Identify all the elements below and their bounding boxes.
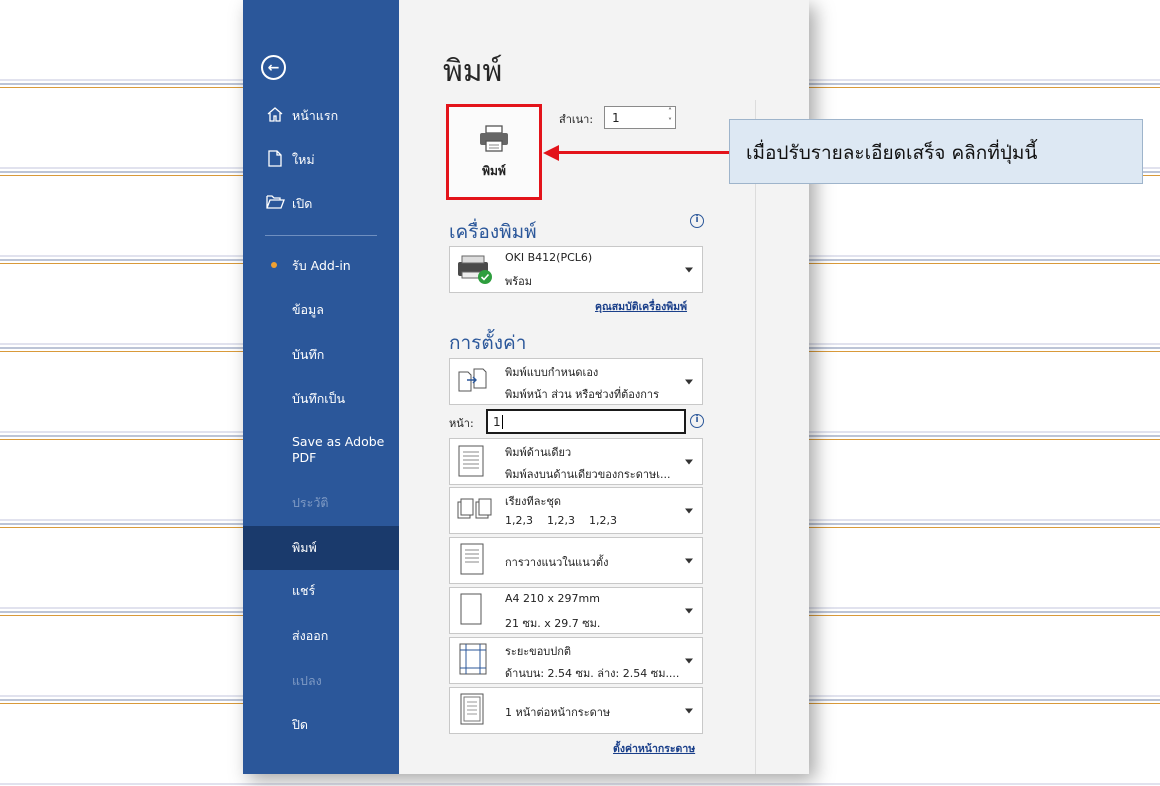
setting-line1: การวางแนวในแนวตั้ง [505, 556, 609, 569]
info-icon[interactable]: i [690, 214, 704, 228]
sidebar-item-label: รับ Add-in [292, 258, 351, 273]
printer-device-icon [456, 252, 494, 288]
collated-icon [456, 496, 496, 526]
setting-line1: A4 210 x 297mm [505, 592, 600, 605]
sidebar-item-export[interactable]: ส่งออก [243, 624, 399, 648]
sidebar-item-label: Save as Adobe PDF [292, 434, 385, 465]
sides-dropdown[interactable]: พิมพ์ด้านเดียว พิมพ์ลงบนด้านเดียวของกระด… [449, 438, 703, 485]
sidebar-divider [265, 235, 377, 236]
margins-icon [456, 642, 494, 680]
info-icon[interactable]: i [690, 414, 704, 428]
sidebar-item-label: ข้อมูล [292, 302, 324, 317]
copies-value: 1 [612, 111, 620, 125]
setting-line1: เรียงทีละชุด [505, 495, 561, 508]
sidebar-item-info[interactable]: ข้อมูล [243, 298, 399, 322]
pages-per-sheet-dropdown[interactable]: 1 หน้าต่อหน้ากระดาษ [449, 687, 703, 734]
home-icon [264, 106, 286, 126]
sidebar-item-label: เปิด [292, 196, 313, 211]
setting-line2: 21 ซม. x 29.7 ซม. [505, 617, 601, 630]
paper-size-icon [456, 592, 494, 630]
back-arrow-icon[interactable]: ← [261, 55, 286, 80]
settings-heading: การตั้งค่า [449, 332, 527, 354]
sidebar-item-save-as-pdf[interactable]: Save as Adobe PDF [243, 434, 399, 470]
margins-dropdown[interactable]: ระยะขอบปกติ ด้านบน: 2.54 ซม. ล่าง: 2.54 … [449, 637, 703, 684]
setting-line2: 1,2,3 1,2,3 1,2,3 [505, 514, 617, 527]
folder-open-icon [264, 195, 286, 213]
sidebar-item-label: ใหม่ [292, 152, 315, 167]
chevron-down-icon [685, 379, 693, 384]
sidebar-item-label: ปิด [292, 717, 309, 732]
sidebar-item-label: ส่งออก [292, 628, 329, 643]
sidebar-item-history: ประวัติ [243, 491, 399, 515]
orientation-dropdown[interactable]: การวางแนวในแนวตั้ง [449, 537, 703, 584]
sidebar-item-get-addins[interactable]: รับ Add-in [243, 254, 399, 278]
sidebar-item-save[interactable]: บันทึก [243, 343, 399, 367]
sidebar-item-label: พิมพ์ [292, 540, 317, 555]
setting-line1: พิมพ์ด้านเดียว [505, 446, 572, 459]
one-sided-icon [456, 443, 494, 481]
setting-line1: 1 หน้าต่อหน้ากระดาษ [505, 706, 611, 719]
sidebar-item-save-as[interactable]: บันทึกเป็น [243, 387, 399, 411]
paper-size-dropdown[interactable]: A4 210 x 297mm 21 ซม. x 29.7 ซม. [449, 587, 703, 634]
annotation-arrow-head [543, 145, 559, 161]
sidebar-item-transform: แปลง [243, 669, 399, 693]
backstage-sidebar: ← หน้าแรก ใหม่ เปิด รับ Add-in ข้อมูล บั… [243, 0, 399, 774]
sidebar-item-open[interactable]: เปิด [243, 192, 399, 216]
copies-label: สำเนา: [559, 113, 594, 126]
chevron-down-icon [685, 708, 693, 713]
page-title: พิมพ์ [443, 54, 503, 89]
sidebar-item-label: บันทึกเป็น [292, 391, 346, 406]
chevron-down-icon [685, 267, 693, 272]
pages-label: หน้า: [449, 417, 474, 430]
setting-line2: พิมพ์ลงบนด้านเดียวของกระดาษเ... [505, 468, 671, 481]
setting-line1: พิมพ์แบบกำหนดเอง [505, 366, 599, 379]
setting-line1: ระยะขอบปกติ [505, 645, 572, 658]
sidebar-item-home[interactable]: หน้าแรก [243, 104, 399, 128]
chevron-down-icon [685, 508, 693, 513]
printer-name: OKI B412(PCL6) [505, 251, 593, 264]
sidebar-item-label: ประวัติ [292, 495, 329, 510]
chevron-down-icon [685, 558, 693, 563]
print-button-label: พิมพ์ [482, 163, 506, 178]
pages-per-sheet-icon [456, 692, 494, 730]
panel-divider [755, 100, 756, 774]
sidebar-item-print[interactable]: พิมพ์ [243, 526, 399, 570]
printer-icon [477, 124, 511, 154]
annotation-arrow-line [557, 151, 729, 154]
printer-status: พร้อม [505, 275, 533, 288]
collate-dropdown[interactable]: เรียงทีละชุด 1,2,3 1,2,3 1,2,3 [449, 487, 703, 534]
printer-heading: เครื่องพิมพ์ [449, 221, 537, 243]
sidebar-item-close[interactable]: ปิด [243, 713, 399, 737]
setting-line2: พิมพ์หน้า ส่วน หรือช่วงที่ต้องการ [505, 388, 659, 401]
sidebar-item-label: แปลง [292, 673, 322, 688]
sidebar-item-label: บันทึก [292, 347, 325, 362]
copies-stepper[interactable]: 1 ˄ ˅ [604, 106, 676, 129]
print-panel: พิมพ์ พิมพ์ สำเนา: 1 ˄˅ เครื่องพิมพ์ i [399, 0, 809, 774]
sidebar-item-label: หน้าแรก [292, 108, 339, 123]
annotation-callout: เมื่อปรับรายละเอียดเสร็จ คลิกที่ปุ่มนี้ [729, 119, 1143, 184]
sidebar-item-share[interactable]: แชร์ [243, 579, 399, 603]
print-button[interactable]: พิมพ์ [446, 104, 542, 200]
printer-dropdown[interactable]: OKI B412(PCL6) พร้อม [449, 246, 703, 293]
custom-print-icon [456, 366, 494, 398]
chevron-down-icon [685, 459, 693, 464]
setting-line2: ด้านบน: 2.54 ซม. ล่าง: 2.54 ซม.... [505, 667, 680, 680]
chevron-down-icon [685, 658, 693, 663]
word-backstage-window: ← หน้าแรก ใหม่ เปิด รับ Add-in ข้อมูล บั… [243, 0, 809, 774]
printer-properties-link[interactable]: คุณสมบัติเครื่องพิมพ์ [595, 298, 687, 315]
chevron-down-icon [685, 608, 693, 613]
pages-input[interactable]: 1 [486, 409, 686, 434]
spinner-arrows-icon[interactable]: ˄ ˅ [668, 107, 672, 127]
print-range-dropdown[interactable]: พิมพ์แบบกำหนดเอง พิมพ์หน้า ส่วน หรือช่วง… [449, 358, 703, 405]
sidebar-item-new[interactable]: ใหม่ [243, 148, 399, 172]
portrait-icon [456, 542, 494, 580]
pages-value: 1 [493, 415, 501, 429]
new-file-icon [264, 149, 286, 171]
page-setup-link[interactable]: ตั้งค่าหน้ากระดาษ [613, 740, 695, 757]
sidebar-item-label: แชร์ [292, 583, 316, 598]
